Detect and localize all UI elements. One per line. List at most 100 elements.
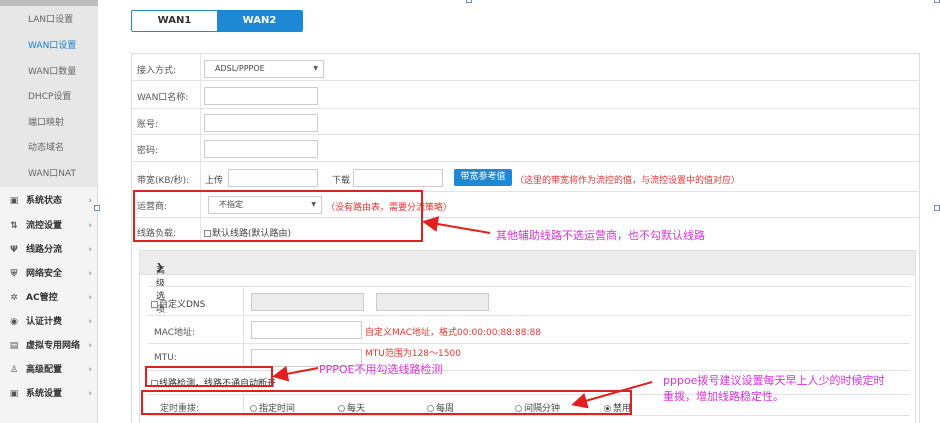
annotation-note-redial-1: pppoe拨号建议设置每天早上人少的时候定时 bbox=[663, 374, 885, 387]
sidebar-item-label: 高级配置 bbox=[26, 365, 63, 375]
sidebar-item-line-split[interactable]: Ψ 线路分流 › bbox=[0, 238, 98, 262]
access-mode-select[interactable]: ADSL/PPPOE ▼ bbox=[204, 60, 324, 78]
dns-secondary-input[interactable] bbox=[376, 293, 489, 311]
divider bbox=[200, 81, 201, 109]
sidebar-item-port-mapping[interactable]: 端口映射 bbox=[0, 111, 98, 136]
advanced-icon: ♙ bbox=[9, 365, 19, 375]
sidebar: LAN口设置 WAN口设置 WAN口数量 DHCP设置 端口映射 动态域名 WA… bbox=[0, 0, 98, 423]
sidebar-item-auth-billing[interactable]: ◉ 认证计费 › bbox=[0, 310, 98, 334]
sidebar-item-ddns[interactable]: 动态域名 bbox=[0, 136, 98, 161]
custom-dns-checkbox[interactable] bbox=[151, 301, 158, 308]
annotation-note-redial-2: 重拨，增加线路稳定性。 bbox=[663, 390, 784, 403]
annotation-note-isp: 其他辅助线路不选运营商，也不勾默认线路 bbox=[496, 229, 705, 242]
password-input[interactable] bbox=[204, 140, 318, 158]
divider bbox=[200, 135, 201, 162]
row-custom-dns: 自定义DNS bbox=[148, 286, 910, 317]
chevron-down-icon: ❯ bbox=[156, 263, 164, 273]
menu-header-band bbox=[0, 0, 98, 6]
resize-handle-right bbox=[934, 205, 940, 211]
sidebar-item-dhcp[interactable]: DHCP设置 bbox=[0, 85, 98, 110]
row-access-mode: 接入方式: ADSL/PPPOE ▼ bbox=[132, 54, 919, 81]
divider bbox=[243, 287, 244, 317]
sidebar-item-label: 系统状态 bbox=[26, 196, 63, 206]
sidebar-item-system-status[interactable]: ▣ 系统状态 › bbox=[0, 189, 98, 213]
row-password: 密码: bbox=[132, 135, 919, 162]
sidebar-item-ac-control[interactable]: ✲ AC管控 › bbox=[0, 286, 98, 310]
sidebar-item-label: 认证计费 bbox=[26, 317, 63, 327]
sidebar-item-label: 系统设置 bbox=[26, 389, 63, 399]
mac-label: MAC地址: bbox=[154, 328, 196, 338]
row-mac: MAC地址: 自定义MAC地址，格式00:00:00:88:88:88 bbox=[148, 316, 910, 344]
annotation-box-redial bbox=[141, 390, 632, 415]
flow-icon: ⇅ bbox=[10, 221, 18, 231]
password-label: 密码: bbox=[137, 146, 159, 156]
divider bbox=[200, 54, 201, 81]
access-mode-value: ADSL/PPPOE bbox=[215, 64, 265, 73]
download-label: 下载 bbox=[332, 176, 351, 186]
sidebar-item-wan-nat[interactable]: WAN口NAT bbox=[0, 162, 98, 187]
bandwidth-note: （这里的带宽将作为流控的值，与流控设置中的值对应） bbox=[515, 176, 741, 186]
sidebar-item-label: AC管控 bbox=[26, 293, 58, 303]
vpn-icon: ▤ bbox=[9, 341, 19, 351]
sidebar-item-vpn[interactable]: ▤ 虚拟专用网络 › bbox=[0, 334, 98, 358]
sidebar-item-system-settings[interactable]: ▣ 系统设置 › bbox=[0, 382, 98, 406]
upload-input[interactable] bbox=[228, 169, 318, 187]
account-input[interactable] bbox=[204, 114, 318, 132]
row-wan-name: WAN口名称: bbox=[132, 81, 919, 109]
divider bbox=[200, 109, 201, 135]
monitor-icon: ▣ bbox=[9, 196, 19, 206]
wan-name-input[interactable] bbox=[204, 87, 318, 105]
sidebar-item-label: 虚拟专用网络 bbox=[26, 341, 81, 351]
settings-icon: ▣ bbox=[9, 389, 19, 399]
sidebar-item-label: 网络安全 bbox=[26, 269, 63, 279]
chevron-right-icon: › bbox=[88, 389, 92, 399]
sidebar-item-advanced-config[interactable]: ♙ 高级配置 › bbox=[0, 358, 98, 382]
bandwidth-label: 带宽(KB/秒): bbox=[137, 176, 190, 186]
network-sub-menu: LAN口设置 WAN口设置 WAN口数量 DHCP设置 端口映射 动态域名 WA… bbox=[0, 0, 98, 187]
sidebar-item-wan-settings[interactable]: WAN口设置 bbox=[0, 34, 98, 59]
access-mode-label: 接入方式: bbox=[137, 66, 177, 76]
wan-tabs: WAN1 WAN2 bbox=[131, 10, 303, 32]
tab-wan1[interactable]: WAN1 bbox=[132, 11, 217, 31]
chevron-right-icon: › bbox=[88, 341, 92, 351]
mtu-label: MTU: bbox=[154, 353, 177, 363]
account-label: 账号: bbox=[137, 120, 159, 130]
annotation-box-line-detect bbox=[145, 366, 273, 387]
bandwidth-ref-button[interactable]: 带宽参考值 bbox=[454, 169, 512, 186]
annotation-note-line-detect: PPPOE不用勾选线路检测 bbox=[319, 363, 443, 376]
upload-label: 上传 bbox=[205, 176, 224, 186]
caret-down-icon: ▼ bbox=[313, 65, 318, 72]
tab-wan2[interactable]: WAN2 bbox=[217, 11, 302, 31]
mac-note: 自定义MAC地址，格式00:00:00:88:88:88 bbox=[365, 328, 541, 338]
auth-icon: ◉ bbox=[10, 317, 18, 327]
fork-icon: Ψ bbox=[10, 245, 18, 255]
chevron-right-icon: › bbox=[88, 221, 92, 231]
advanced-options-header[interactable]: 高级选项 ❯ bbox=[139, 250, 916, 315]
shield-icon: ⛨ bbox=[10, 269, 18, 279]
chevron-right-icon: › bbox=[88, 269, 92, 279]
resize-handle-top-right bbox=[934, 0, 940, 3]
mac-input[interactable] bbox=[251, 321, 362, 339]
sidebar-item-flow-control[interactable]: ⇅ 流控设置 › bbox=[0, 214, 98, 238]
ac-icon: ✲ bbox=[10, 293, 18, 303]
download-input[interactable] bbox=[353, 169, 443, 187]
sidebar-item-label: 线路分流 bbox=[26, 245, 63, 255]
resize-handle-left bbox=[94, 205, 100, 211]
custom-dns-label: 自定义DNS bbox=[159, 300, 206, 310]
divider bbox=[200, 162, 201, 192]
row-account: 账号: bbox=[132, 109, 919, 135]
sidebar-item-wan-count[interactable]: WAN口数量 bbox=[0, 60, 98, 85]
chevron-right-icon: › bbox=[88, 317, 92, 327]
resize-handle-top bbox=[466, 0, 472, 3]
sidebar-item-lan-settings[interactable]: LAN口设置 bbox=[0, 8, 98, 33]
divider bbox=[243, 316, 244, 344]
chevron-right-icon: › bbox=[88, 293, 92, 303]
row-bandwidth: 带宽(KB/秒): 上传 下载 带宽参考值 （这里的带宽将作为流控的值，与流控设… bbox=[132, 162, 919, 192]
chevron-right-icon: › bbox=[88, 196, 92, 206]
annotation-box-isp bbox=[133, 190, 423, 242]
sidebar-item-label: 流控设置 bbox=[26, 221, 63, 231]
custom-dns-option[interactable]: 自定义DNS bbox=[151, 297, 205, 310]
dns-primary-input[interactable] bbox=[251, 293, 364, 311]
wan-name-label: WAN口名称: bbox=[137, 93, 189, 103]
sidebar-item-network-security[interactable]: ⛨ 网络安全 › bbox=[0, 262, 98, 286]
